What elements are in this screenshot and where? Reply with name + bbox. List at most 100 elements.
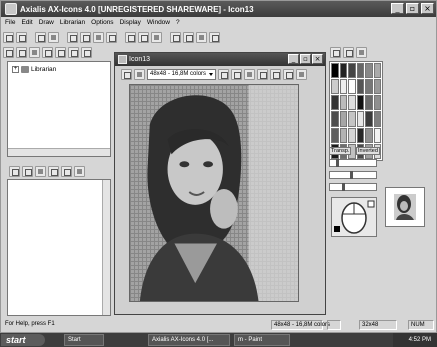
save-icon[interactable]	[35, 31, 46, 43]
cut-icon[interactable]	[67, 31, 78, 43]
save-all-icon[interactable]	[48, 31, 59, 43]
minimize-button[interactable]: _	[391, 3, 404, 14]
child-minimize-button[interactable]: _	[288, 54, 299, 64]
expand-icon[interactable]: +	[12, 66, 19, 73]
child-close-button[interactable]: ×	[312, 54, 323, 64]
format-remove-icon[interactable]	[231, 68, 243, 80]
transparent-color-button[interactable]: Transp.	[329, 147, 352, 155]
swatch[interactable]	[348, 63, 356, 79]
palette-save-icon[interactable]	[343, 46, 354, 58]
lib-new-icon[interactable]	[3, 46, 14, 58]
format-paste-icon[interactable]	[283, 68, 295, 80]
swatch[interactable]	[339, 111, 347, 127]
format-test-icon[interactable]	[244, 68, 256, 80]
icon-editor-title-bar[interactable]: Icon13 _ ▫ ×	[115, 53, 325, 66]
paste-icon[interactable]	[93, 31, 104, 43]
palette-edit-icon[interactable]	[356, 46, 367, 58]
swatch[interactable]	[348, 95, 356, 111]
swatch[interactable]	[331, 111, 339, 127]
blue-slider[interactable]	[329, 183, 377, 191]
format-add-icon[interactable]	[218, 68, 230, 80]
taskbar-task-axialis[interactable]: Axialis AX-Icons 4.0 [...	[148, 334, 230, 346]
swatch[interactable]	[365, 79, 373, 95]
swatch[interactable]	[331, 95, 339, 111]
menu-file[interactable]: File	[5, 18, 15, 28]
swatch[interactable]	[339, 79, 347, 95]
format-select[interactable]: 48x48 - 16,8M colors	[147, 68, 217, 80]
format-props-icon[interactable]	[296, 68, 308, 80]
swatch[interactable]	[373, 127, 381, 143]
view-large-icon[interactable]	[9, 165, 20, 177]
swatch[interactable]	[348, 111, 356, 127]
format-copy-icon[interactable]	[257, 68, 269, 80]
maximize-button[interactable]: ▫	[406, 3, 419, 14]
grid-icon[interactable]	[151, 31, 162, 43]
green-slider[interactable]	[329, 171, 377, 179]
lib-export-icon[interactable]	[55, 46, 66, 58]
menu-draw[interactable]: Draw	[39, 18, 54, 28]
swatch[interactable]	[339, 63, 347, 79]
help-icon[interactable]	[183, 31, 194, 43]
view-list-icon[interactable]	[35, 165, 46, 177]
copy-icon[interactable]	[80, 31, 91, 43]
menu-window[interactable]: Window	[147, 18, 170, 28]
lib-open-icon[interactable]	[16, 46, 27, 58]
swatch[interactable]	[373, 111, 381, 127]
tree-scrollbar[interactable]	[8, 148, 110, 156]
red-slider[interactable]	[329, 159, 377, 167]
lib-close-icon[interactable]	[29, 46, 40, 58]
swatch[interactable]	[339, 127, 347, 143]
menu-help[interactable]: ?	[176, 18, 180, 28]
title-bar[interactable]: Axialis AX-Icons 4.0 [UNREGISTERED SHARE…	[1, 1, 436, 17]
image-new-icon[interactable]	[121, 68, 132, 80]
start-button[interactable]: start	[1, 334, 45, 346]
close-button[interactable]: ×	[421, 3, 434, 14]
window-tile-icon[interactable]	[138, 31, 149, 43]
menu-options[interactable]: Options	[91, 18, 113, 28]
open-icon[interactable]	[16, 31, 27, 43]
lib-properties-icon[interactable]	[81, 46, 92, 58]
format-cut-icon[interactable]	[270, 68, 282, 80]
menu-edit[interactable]: Edit	[21, 18, 32, 28]
lib-import-icon[interactable]	[42, 46, 53, 58]
image-delete-icon[interactable]	[134, 68, 145, 80]
swatch[interactable]	[331, 63, 339, 79]
swatch[interactable]	[373, 63, 381, 79]
child-maximize-button[interactable]: ▫	[300, 54, 311, 64]
taskbar-task-start[interactable]: Start	[64, 334, 104, 346]
menu-librarian[interactable]: Librarian	[60, 18, 85, 28]
palette-load-icon[interactable]	[330, 46, 341, 58]
swatch[interactable]	[365, 63, 373, 79]
inverted-color-button[interactable]: Inverted	[356, 147, 380, 155]
swatch[interactable]	[348, 79, 356, 95]
undo-icon[interactable]	[106, 31, 117, 43]
list-scrollbar[interactable]	[102, 180, 110, 315]
view-sort-icon[interactable]	[61, 165, 72, 177]
swatch[interactable]	[356, 111, 364, 127]
swatch[interactable]	[331, 127, 339, 143]
menu-display[interactable]: Display	[120, 18, 141, 28]
view-small-icon[interactable]	[22, 165, 33, 177]
web-icon[interactable]	[196, 31, 207, 43]
lib-delete-icon[interactable]	[68, 46, 79, 58]
new-icon[interactable]	[3, 31, 14, 43]
swatch[interactable]	[365, 95, 373, 111]
swatch[interactable]	[365, 111, 373, 127]
pixel-canvas[interactable]	[129, 84, 299, 302]
preview-icon[interactable]	[170, 31, 181, 43]
swatch[interactable]	[373, 95, 381, 111]
tree-item-librarian[interactable]: + Librarian	[12, 66, 56, 73]
swatch[interactable]	[356, 127, 364, 143]
swatch[interactable]	[356, 95, 364, 111]
swatch[interactable]	[348, 127, 356, 143]
mouse-button-colors[interactable]	[331, 197, 377, 237]
swatch[interactable]	[339, 95, 347, 111]
taskbar-task-paint[interactable]: m - Paint	[234, 334, 290, 346]
about-icon[interactable]	[209, 31, 220, 43]
view-details-icon[interactable]	[48, 165, 59, 177]
swatch[interactable]	[331, 79, 339, 95]
swatch[interactable]	[356, 79, 364, 95]
swatch[interactable]	[365, 127, 373, 143]
swatch[interactable]	[356, 63, 364, 79]
swatch[interactable]	[373, 79, 381, 95]
